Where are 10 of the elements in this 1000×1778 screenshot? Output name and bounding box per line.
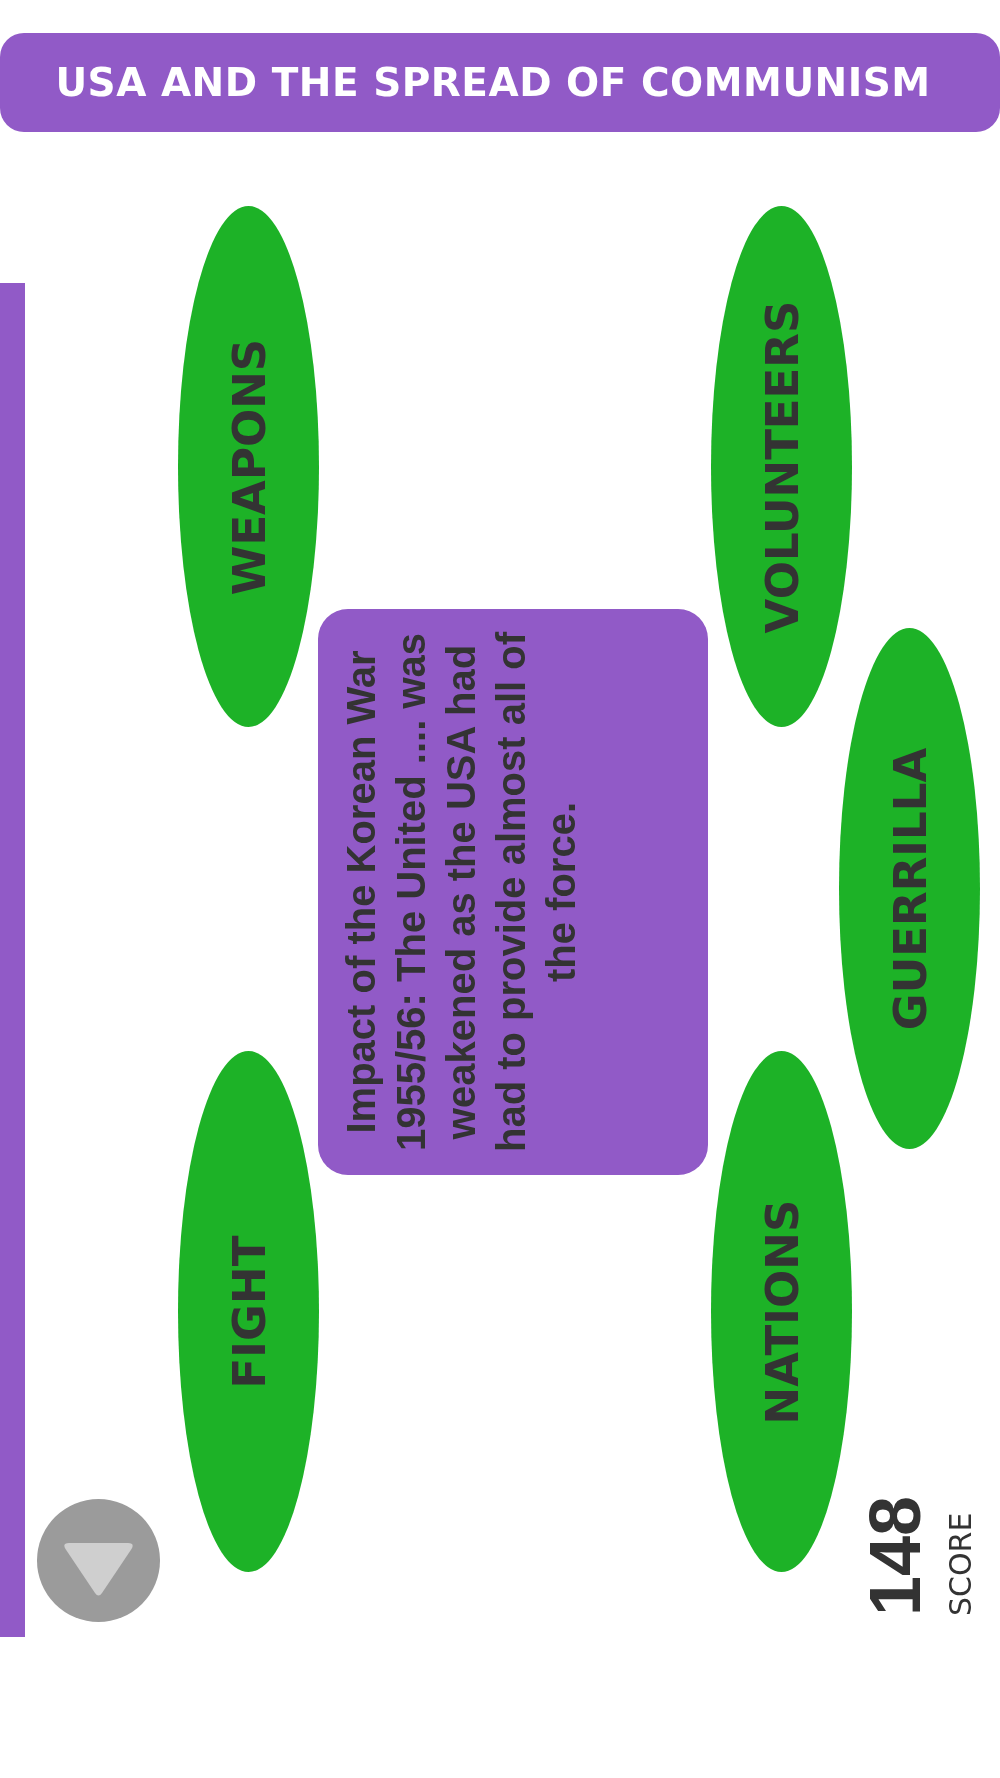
answer-bubble[interactable]: GUERRILLA [839, 628, 980, 1149]
score-label: SCORE [942, 1512, 978, 1616]
score-value: 148 [860, 1495, 928, 1616]
triangle-icon [62, 1542, 135, 1597]
answer-bubble[interactable]: WEAPONS [178, 206, 319, 727]
answer-bubble[interactable]: VOLUNTEERS [711, 206, 852, 727]
question-text: Impact of the Korean War 1955/56: The United .... was weakened as the USA had had to provide almost all of the force. [338, 630, 584, 1155]
title-text: USA AND THE SPREAD OF COMMUNISM [55, 60, 931, 105]
answer-bubble[interactable]: NATIONS [711, 1051, 852, 1572]
answer-bubble[interactable]: FIGHT [178, 1051, 319, 1572]
